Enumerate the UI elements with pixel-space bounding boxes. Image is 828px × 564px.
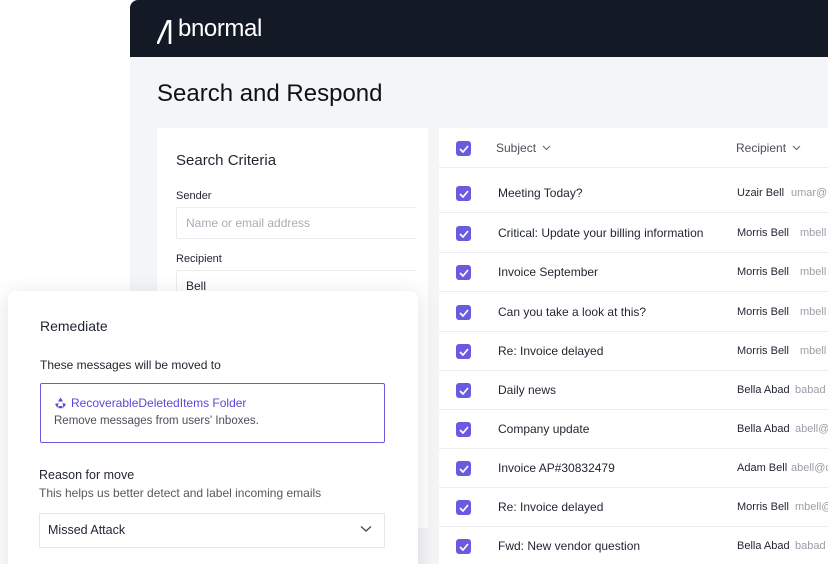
check-icon — [458, 229, 469, 238]
chevron-down-icon — [360, 525, 372, 532]
check-icon — [458, 189, 469, 198]
row-subject: Invoice AP#30832479 — [498, 461, 615, 475]
table-row[interactable]: Critical: Update your billing informatio… — [439, 214, 828, 253]
row-subject: Invoice September — [498, 265, 599, 279]
table-row[interactable]: Re: Invoice delayed Morris Bell mbell — [439, 332, 828, 371]
table-row[interactable]: Invoice September Morris Bell mbell — [439, 253, 828, 292]
table-row[interactable]: Daily news Bella Abad babad — [439, 371, 828, 410]
folder-name-row: RecoverableDeletedItems Folder — [54, 396, 246, 410]
table-row[interactable]: Company update Bella Abad abell@ — [439, 410, 828, 449]
row-recipient-name: Uzair Bell — [737, 187, 785, 199]
reason-help-text: This helps us better detect and label in… — [39, 486, 322, 500]
row-checkbox[interactable] — [456, 344, 471, 359]
row-checkbox[interactable] — [456, 422, 471, 437]
folder-description: Remove messages from users' Inboxes. — [54, 415, 259, 427]
search-criteria-title: Search Criteria — [176, 152, 277, 169]
row-subject: Re: Invoice delayed — [498, 500, 604, 514]
check-icon — [458, 268, 469, 277]
recycle-icon — [55, 397, 66, 409]
brand-logo[interactable]: bnormal — [157, 14, 262, 44]
top-bar: bnormal — [130, 0, 828, 57]
table-row[interactable]: Meeting Today? Uzair Bell umar@ — [439, 174, 828, 213]
row-recipient-email: mbell — [800, 227, 827, 239]
row-recipient-name: Adam Bell — [737, 462, 788, 474]
row-checkbox[interactable] — [456, 500, 471, 515]
select-all-checkbox[interactable] — [456, 141, 471, 156]
remediate-title: Remediate — [40, 318, 108, 334]
check-icon — [458, 347, 469, 356]
check-icon — [458, 425, 469, 434]
reason-select[interactable]: Missed Attack — [39, 513, 385, 548]
row-recipient-email: mbell — [800, 266, 827, 278]
chevron-down-icon — [542, 145, 551, 151]
sender-label: Sender — [176, 190, 212, 202]
results-table: Subject Recipient Meeting Today? Uzair B… — [439, 128, 828, 564]
row-checkbox[interactable] — [456, 186, 471, 201]
sender-input[interactable]: Name or email address — [176, 207, 416, 239]
brand-a-icon — [157, 20, 172, 44]
remediate-card: Remediate These messages will be moved t… — [8, 291, 418, 564]
folder-name: RecoverableDeletedItems Folder — [71, 396, 247, 410]
row-checkbox[interactable] — [456, 461, 471, 476]
table-row[interactable]: Can you take a look at this? Morris Bell… — [439, 293, 828, 332]
reason-selected-value: Missed Attack — [48, 523, 126, 537]
row-recipient-name: Morris Bell — [737, 501, 789, 513]
row-checkbox[interactable] — [456, 539, 471, 554]
check-icon — [458, 464, 469, 473]
check-icon — [458, 542, 469, 551]
row-recipient-name: Morris Bell — [737, 306, 789, 318]
table-row[interactable]: Re: Invoice delayed Morris Bell mbell@ — [439, 488, 828, 527]
page-title: Search and Respond — [157, 80, 383, 107]
moved-to-label: These messages will be moved to — [40, 358, 221, 372]
check-icon — [458, 503, 469, 512]
row-checkbox[interactable] — [456, 383, 471, 398]
row-subject: Daily news — [498, 383, 557, 397]
row-recipient-email: mbell — [800, 306, 827, 318]
check-icon — [458, 308, 469, 317]
row-recipient-name: Bella Abad — [737, 384, 790, 396]
row-recipient-name: Morris Bell — [737, 345, 789, 357]
row-subject: Company update — [498, 422, 590, 436]
row-recipient-email: babad — [795, 384, 826, 396]
check-icon — [458, 144, 469, 153]
row-subject: Fwd: New vendor question — [498, 539, 641, 553]
row-recipient-email: mbell@ — [795, 501, 828, 513]
row-recipient-name: Morris Bell — [737, 266, 789, 278]
check-icon — [458, 386, 469, 395]
table-row[interactable]: Fwd: New vendor question Bella Abad baba… — [439, 527, 828, 564]
results-header: Subject Recipient — [439, 128, 828, 168]
row-subject: Re: Invoice delayed — [498, 344, 604, 358]
destination-folder-option[interactable]: RecoverableDeletedItems Folder Remove me… — [40, 383, 385, 443]
brand-name: bnormal — [178, 15, 262, 42]
row-checkbox[interactable] — [456, 265, 471, 280]
row-subject: Meeting Today? — [498, 186, 583, 200]
row-subject: Can you take a look at this? — [498, 305, 647, 319]
column-header-recipient[interactable]: Recipient — [736, 141, 801, 155]
chevron-down-icon — [792, 145, 801, 151]
row-checkbox[interactable] — [456, 226, 471, 241]
column-subject-label: Subject — [496, 141, 537, 155]
row-recipient-email: mbell — [800, 345, 827, 357]
row-recipient-email: abell@c — [791, 462, 828, 474]
row-recipient-name: Bella Abad — [737, 423, 790, 435]
row-recipient-email: babad — [795, 540, 826, 552]
row-subject: Critical: Update your billing informatio… — [498, 226, 704, 240]
column-header-subject[interactable]: Subject — [496, 141, 551, 155]
row-recipient-name: Bella Abad — [737, 540, 790, 552]
row-recipient-email: umar@ — [791, 187, 828, 199]
recipient-label: Recipient — [176, 253, 222, 265]
reason-label: Reason for move — [39, 468, 135, 482]
row-recipient-name: Morris Bell — [737, 227, 789, 239]
row-checkbox[interactable] — [456, 305, 471, 320]
table-row[interactable]: Invoice AP#30832479 Adam Bell abell@c — [439, 449, 828, 488]
column-recipient-label: Recipient — [736, 141, 787, 155]
row-recipient-email: abell@ — [795, 423, 828, 435]
